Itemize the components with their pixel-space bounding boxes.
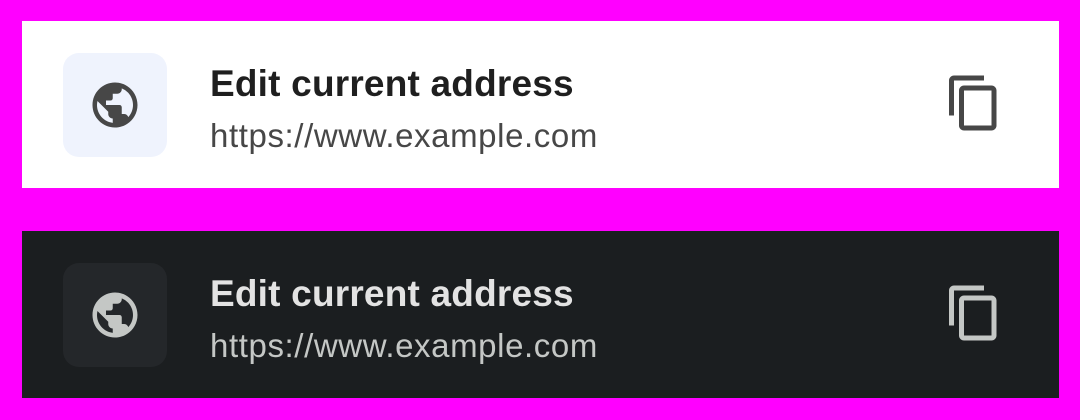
favicon-tile <box>63 263 167 367</box>
favicon-tile <box>63 53 167 157</box>
globe-icon <box>88 78 142 132</box>
suggestion-url: https://www.example.com <box>210 117 598 154</box>
copy-icon[interactable] <box>944 73 1004 133</box>
copy-button[interactable] <box>942 281 1006 345</box>
suggestion-title: Edit current address <box>210 63 574 104</box>
suggestion-title: Edit current address <box>210 273 574 314</box>
globe-icon <box>88 288 142 342</box>
suggestion-url: https://www.example.com <box>210 327 598 364</box>
suggestion-row-dark[interactable]: Edit current address https://www.example… <box>22 231 1059 398</box>
copy-button[interactable] <box>942 71 1006 135</box>
copy-icon[interactable] <box>944 283 1004 343</box>
suggestion-row-light[interactable]: Edit current address https://www.example… <box>22 21 1059 188</box>
